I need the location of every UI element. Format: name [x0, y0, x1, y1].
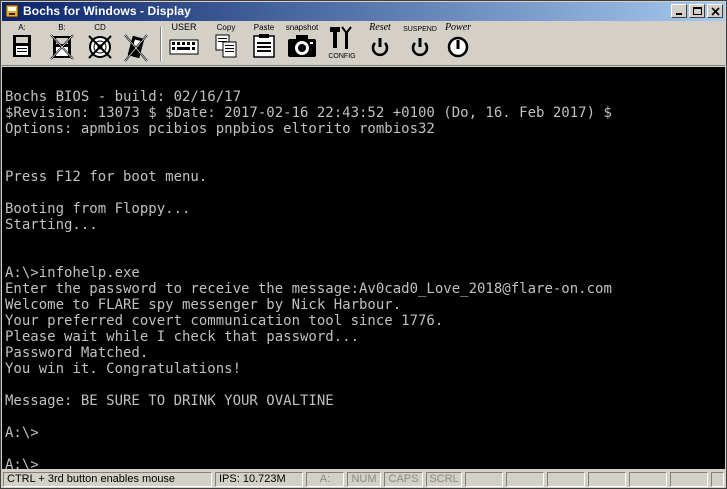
emulator-display[interactable]: Bochs BIOS - build: 02/16/17 $Revision: 1… — [2, 67, 725, 469]
cdrom-label: CD — [94, 23, 106, 32]
snapshot-label: snapshot — [285, 23, 319, 32]
drive-a-indicator: A: — [306, 472, 344, 487]
status-slot — [547, 472, 585, 487]
reset-icon — [371, 38, 389, 57]
paste-label: Paste — [253, 23, 275, 32]
suspend-label: SUSPEND — [403, 26, 437, 33]
terminal-line: Password Matched. — [5, 345, 149, 361]
maximize-button[interactable] — [689, 4, 705, 18]
close-icon — [711, 7, 720, 16]
size-grip[interactable] — [711, 472, 724, 487]
mouse-hint: CTRL + 3rd button enables mouse — [3, 472, 212, 487]
status-slot — [670, 472, 708, 487]
minimize-button[interactable] — [671, 4, 687, 18]
toolbar: A: B: CD USER Copy Paste snapshot CONFIG… — [2, 21, 725, 66]
status-slot — [506, 472, 544, 487]
terminal-line: A:\> — [5, 425, 39, 441]
window-title: Bochs for Windows - Display — [23, 4, 191, 18]
config-tools-icon — [330, 26, 352, 49]
floppy-disk-disabled-icon — [50, 34, 74, 60]
terminal-line: Please wait while I check that password.… — [5, 329, 360, 345]
camera-icon — [288, 35, 316, 57]
keyboard-icon — [169, 39, 199, 55]
config-button[interactable]: CONFIG — [324, 23, 360, 63]
terminal-line: A:\> — [5, 457, 39, 469]
terminal-line: Enter the password to receive the messag… — [5, 281, 612, 297]
scroll-lock-indicator: SCRL — [426, 472, 462, 487]
terminal-line: Starting... — [5, 217, 98, 233]
floppy-b-button[interactable]: B: — [44, 23, 80, 63]
copy-button[interactable]: Copy — [208, 23, 244, 63]
status-bar: CTRL + 3rd button enables mouse IPS: 10.… — [2, 471, 725, 488]
floppy-a-label: A: — [18, 23, 26, 32]
reset-label: Reset — [369, 22, 391, 33]
suspend-icon — [411, 38, 429, 57]
config-label: CONFIG — [328, 53, 356, 60]
power-label: Power — [444, 22, 472, 33]
bochs-window: Bochs for Windows - Display A: B: CD USE… — [0, 0, 727, 489]
caps-lock-indicator: CAPS — [384, 472, 423, 487]
floppy-b-label: B: — [58, 23, 66, 32]
terminal-line: $Revision: 13073 $ $Date: 2017-02-16 22:… — [5, 105, 612, 121]
cdrom-button[interactable]: CD — [82, 23, 118, 63]
terminal-line: Options: apmbios pcibios pnpbios eltorit… — [5, 121, 435, 137]
toolbar-separator — [160, 27, 162, 61]
status-slot — [465, 472, 503, 487]
ips-indicator: IPS: 10.723M — [215, 472, 303, 487]
floppy-a-button[interactable]: A: — [4, 23, 40, 63]
terminal-line: Press F12 for boot menu. — [5, 169, 208, 185]
bochs-app-icon — [5, 4, 19, 18]
reset-button[interactable]: Reset — [362, 23, 398, 63]
status-slot — [629, 472, 667, 487]
user-button[interactable]: USER — [166, 23, 202, 63]
terminal-line: Bochs BIOS - build: 02/16/17 — [5, 89, 242, 105]
status-slot — [588, 472, 626, 487]
power-button[interactable]: Power — [440, 23, 476, 63]
terminal-line: Booting from Floppy... — [5, 201, 191, 217]
floppy-disk-icon — [13, 35, 31, 57]
terminal-line: Welcome to FLARE spy messenger by Nick H… — [5, 297, 402, 313]
power-icon — [447, 36, 469, 58]
usb-button[interactable] — [118, 23, 154, 63]
cdrom-disabled-icon — [88, 35, 112, 59]
paste-icon — [253, 34, 275, 58]
copy-icon — [215, 34, 237, 58]
paste-button[interactable]: Paste — [246, 23, 282, 63]
suspend-button[interactable]: SUSPEND — [402, 23, 438, 63]
maximize-icon — [693, 7, 702, 15]
snapshot-button[interactable]: snapshot — [284, 23, 320, 63]
title-bar[interactable]: Bochs for Windows - Display — [2, 2, 725, 21]
minimize-icon — [676, 13, 682, 15]
user-label: USER — [171, 22, 197, 32]
num-lock-indicator: NUM — [347, 472, 381, 487]
terminal-line: You win it. Congratulations! — [5, 361, 242, 377]
terminal-line: Your preferred covert communication tool… — [5, 313, 444, 329]
terminal-line: A:\>infohelp.exe — [5, 265, 140, 281]
close-button[interactable] — [707, 4, 723, 18]
usb-disabled-icon — [124, 34, 148, 62]
copy-label: Copy — [216, 23, 236, 32]
terminal-line: Message: BE SURE TO DRINK YOUR OVALTINE — [5, 393, 334, 409]
